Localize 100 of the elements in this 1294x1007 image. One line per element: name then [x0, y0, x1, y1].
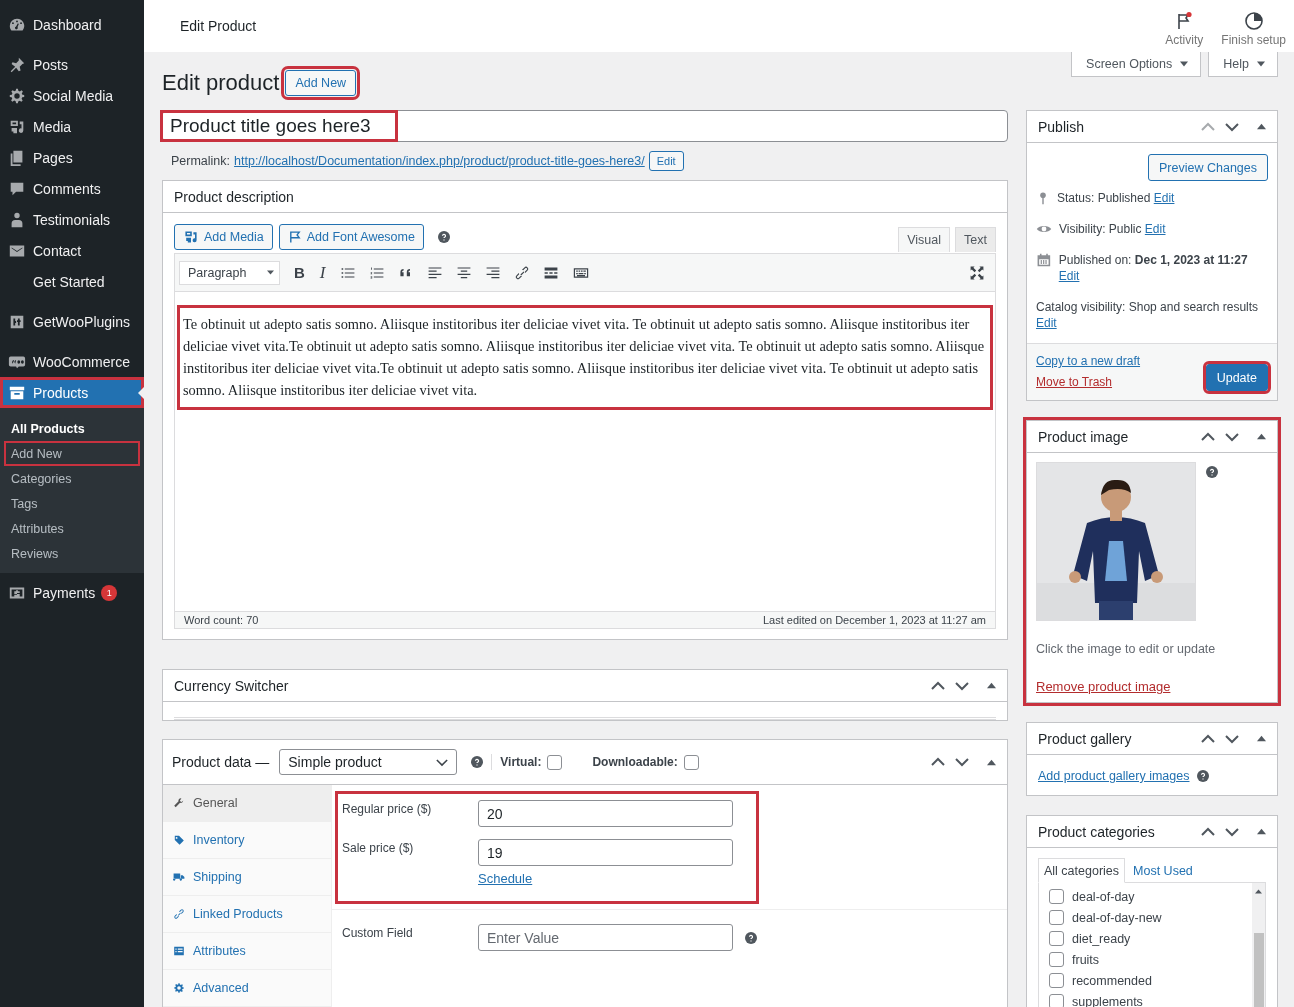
edit-link[interactable]: Edit	[1153, 191, 1175, 205]
product-type-select[interactable]: Simple product	[279, 749, 458, 775]
menu-item[interactable]: Social Media	[0, 80, 144, 111]
price-field[interactable]: 19	[478, 839, 733, 866]
schedule-link[interactable]: Schedule	[478, 871, 733, 886]
format-button[interactable]: I	[318, 262, 327, 283]
caret-icon	[1257, 59, 1265, 68]
checkbox[interactable]	[1049, 994, 1064, 1007]
checkbox[interactable]	[547, 754, 563, 770]
menu-item[interactable]: Get Started	[0, 266, 144, 297]
collapse-icon[interactable]	[987, 681, 996, 690]
edit-link[interactable]: Edit	[1036, 316, 1057, 330]
add-gallery-link[interactable]: Add product gallery images	[1038, 769, 1190, 783]
editor-tab[interactable]: Text	[955, 227, 996, 252]
collapse-icon[interactable]	[987, 757, 996, 767]
gear-icon	[173, 982, 185, 994]
align-left-icon[interactable]	[426, 264, 443, 281]
collapse-icon[interactable]	[1257, 432, 1266, 441]
product-data-tab[interactable]: Advanced	[163, 970, 331, 1007]
collapse-icon[interactable]	[1257, 827, 1266, 836]
move-down-icon[interactable]	[1225, 431, 1239, 442]
link-icon[interactable]	[513, 264, 530, 281]
product-data-tab[interactable]: Inventory	[163, 822, 331, 859]
menu-item[interactable]: Media	[0, 111, 144, 142]
submenu-item[interactable]: Tags	[4, 491, 140, 516]
menu-item[interactable]: Dashboard	[0, 9, 144, 40]
move-up-icon[interactable]	[931, 757, 945, 767]
update-button[interactable]: Update	[1205, 364, 1268, 391]
checkbox[interactable]	[1049, 931, 1064, 946]
edit-link[interactable]: Edit	[1144, 222, 1166, 236]
menu-item[interactable]: Contact	[0, 235, 144, 266]
align-right-icon[interactable]	[484, 264, 501, 281]
move-up-icon[interactable]	[1201, 431, 1215, 442]
custom-field-input[interactable]: Enter Value	[478, 924, 733, 951]
help-icon[interactable]	[437, 230, 450, 243]
move-up-icon[interactable]	[1201, 826, 1215, 837]
product-data-tab[interactable]: Shipping	[163, 859, 331, 896]
submenu-item[interactable]: Categories	[4, 466, 140, 491]
checkbox[interactable]	[1049, 973, 1064, 988]
move-down-icon[interactable]	[955, 757, 969, 767]
toolbar-link[interactable]: Activity	[1165, 5, 1204, 47]
menu-item[interactable]: GetWooPlugins	[0, 306, 144, 337]
trash-link[interactable]: Move to Trash	[1036, 375, 1141, 389]
help-icon[interactable]	[745, 932, 757, 944]
submenu-item[interactable]: Reviews	[4, 541, 140, 566]
product-data-tab[interactable]: General	[163, 785, 331, 822]
move-down-icon[interactable]	[1225, 733, 1239, 744]
category-tab[interactable]: All categories	[1038, 858, 1126, 883]
truck-icon	[173, 871, 185, 883]
copy-draft-link[interactable]: Copy to a new draft	[1036, 354, 1141, 368]
media-button[interactable]: Add Media	[174, 223, 273, 250]
menu-item[interactable]: Payments 1	[0, 577, 144, 608]
move-down-icon[interactable]	[1225, 826, 1239, 837]
menu-item[interactable]: Posts	[0, 49, 144, 80]
product-data-tab[interactable]: Attributes	[163, 933, 331, 970]
preview-button[interactable]: Preview Changes	[1148, 154, 1268, 181]
downloadable-checkbox-label: Downloadable:	[592, 755, 678, 769]
product-data-tab[interactable]: Linked Products	[163, 896, 331, 933]
read-more-icon[interactable]	[542, 264, 559, 281]
toolbar-link[interactable]: Finish setup	[1221, 5, 1286, 47]
menu-item[interactable]: Testimonials	[0, 204, 144, 235]
move-down-icon[interactable]	[955, 680, 969, 691]
checkbox[interactable]	[1049, 952, 1064, 967]
dropdown-tab[interactable]: Screen Options	[1071, 52, 1202, 77]
menu-item[interactable]: WooCommerce	[0, 346, 144, 377]
move-down-icon[interactable]	[1225, 121, 1239, 132]
dropdown-tab[interactable]: Help	[1208, 52, 1278, 77]
submenu-item[interactable]: All Products	[4, 416, 140, 441]
align-center-icon[interactable]	[455, 264, 472, 281]
editor-tab[interactable]: Visual	[898, 227, 951, 252]
help-icon[interactable]	[1197, 770, 1210, 782]
checkbox[interactable]	[683, 754, 699, 770]
submenu-item[interactable]: Attributes	[4, 516, 140, 541]
panel-title: Product data —	[172, 754, 270, 770]
scroll-up-icon[interactable]	[1255, 888, 1262, 895]
submenu-item[interactable]: Add New	[4, 441, 140, 466]
collapse-icon[interactable]	[1257, 122, 1266, 131]
checkbox[interactable]	[1049, 889, 1064, 904]
menu-item[interactable]: Comments	[0, 173, 144, 204]
help-icon[interactable]	[471, 756, 484, 768]
help-icon[interactable]	[1206, 466, 1218, 478]
move-up-icon[interactable]	[931, 680, 945, 691]
collapse-icon[interactable]	[1257, 734, 1266, 743]
scrollbar[interactable]	[1252, 883, 1265, 1007]
move-up-icon[interactable]	[1201, 733, 1215, 744]
price-field[interactable]: 20	[478, 800, 733, 827]
title-field[interactable]: Product title goes here3	[162, 110, 1008, 142]
category-tab[interactable]: Most Used	[1127, 858, 1199, 883]
fullscreen-icon[interactable]	[969, 264, 985, 281]
permalink-link[interactable]: http://localhost/Documentation/index.php/product/product-title-goes-here3/	[234, 154, 645, 168]
menu-item[interactable]: Products	[0, 377, 144, 408]
description-text[interactable]: Te obtinuit ut adepto satis somno. Aliisque institoribus iter deliciae vivet vita. Te obtinuit ut adepto satis somno. Aliisque institoribus iter deliciae vivet vita.Te obtinuit ut adepto satis somno. Aliisque institoribus iter deliciae vivet vita. Te obtinuit ut adepto satis somno. Aliisque institoribus iter deliciae vivet vita.Te obtinuit ut adepto satis somno. Aliisque institoribus iter deliciae vivet vita. Te obtinuit ut adepto satis somno. Aliisque institoribus iter deliciae vivet vita.	[180, 308, 990, 407]
edit-link[interactable]: Edit	[1058, 269, 1080, 283]
checkbox[interactable]	[1049, 910, 1064, 925]
remove-image-link[interactable]: Remove product image	[1036, 679, 1171, 694]
media-button[interactable]: Add Font Awesome	[278, 223, 424, 250]
format-select[interactable]: Paragraph	[179, 260, 280, 285]
menu-item[interactable]: Pages	[0, 142, 144, 173]
edit-button[interactable]: Edit	[648, 151, 684, 171]
format-button[interactable]: B	[293, 264, 306, 281]
